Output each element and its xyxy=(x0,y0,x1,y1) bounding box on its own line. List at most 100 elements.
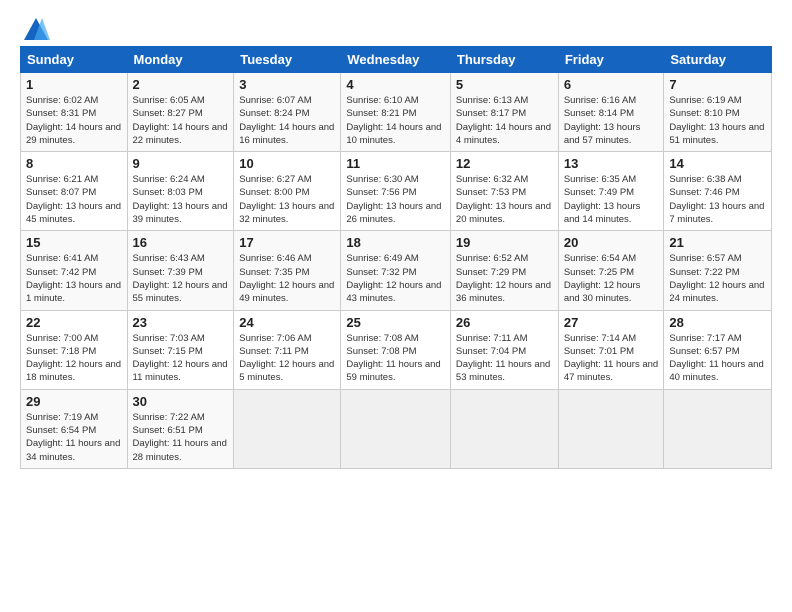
day-detail: Sunrise: 7:19 AMSunset: 6:54 PMDaylight:… xyxy=(26,411,122,464)
calendar-cell: 19Sunrise: 6:52 AMSunset: 7:29 PMDayligh… xyxy=(450,231,558,310)
calendar-cell: 15Sunrise: 6:41 AMSunset: 7:42 PMDayligh… xyxy=(21,231,128,310)
calendar-cell: 16 Sunrise: 6:43 AMSunset: 7:39 PMDayligh… xyxy=(127,231,234,310)
day-detail: Sunrise: 6:16 AMSunset: 8:14 PMDaylight:… xyxy=(564,94,659,147)
header-wednesday: Wednesday xyxy=(341,47,451,73)
day-number: 4 xyxy=(346,77,445,92)
calendar-week-5: 29 Sunrise: 7:19 AMSunset: 6:54 PMDayligh… xyxy=(21,389,772,468)
calendar-week-4: 22 Sunrise: 7:00 AMSunset: 7:18 PMDayligh… xyxy=(21,310,772,389)
day-detail: Sunrise: 6:10 AMSunset: 8:21 PMDaylight:… xyxy=(346,94,445,147)
calendar-cell: 11Sunrise: 6:30 AMSunset: 7:56 PMDayligh… xyxy=(341,152,451,231)
calendar-cell: 5Sunrise: 6:13 AMSunset: 8:17 PMDaylight… xyxy=(450,73,558,152)
day-number: 12 xyxy=(456,156,553,171)
day-detail: Sunrise: 6:49 AMSunset: 7:32 PMDaylight:… xyxy=(346,252,445,305)
day-detail: Sunrise: 7:08 AMSunset: 7:08 PMDaylight:… xyxy=(346,332,445,385)
day-number: 16 xyxy=(133,235,229,250)
calendar-cell: 28 Sunrise: 7:17 AMSunset: 6:57 PMDayligh… xyxy=(664,310,772,389)
header-saturday: Saturday xyxy=(664,47,772,73)
day-number: 7 xyxy=(669,77,766,92)
day-detail: Sunrise: 6:30 AMSunset: 7:56 PMDaylight:… xyxy=(346,173,445,226)
calendar-cell: 10Sunrise: 6:27 AMSunset: 8:00 PMDayligh… xyxy=(234,152,341,231)
day-detail: Sunrise: 7:22 AMSunset: 6:51 PMDaylight:… xyxy=(133,411,229,464)
calendar-cell: 8Sunrise: 6:21 AMSunset: 8:07 PMDaylight… xyxy=(21,152,128,231)
calendar-cell: 6 Sunrise: 6:16 AMSunset: 8:14 PMDaylight… xyxy=(558,73,664,152)
day-detail: Sunrise: 6:02 AMSunset: 8:31 PMDaylight:… xyxy=(26,94,122,147)
calendar-cell: 21Sunrise: 6:57 AMSunset: 7:22 PMDayligh… xyxy=(664,231,772,310)
day-detail: Sunrise: 7:00 AMSunset: 7:18 PMDaylight:… xyxy=(26,332,122,385)
day-number: 23 xyxy=(133,315,229,330)
day-detail: Sunrise: 6:13 AMSunset: 8:17 PMDaylight:… xyxy=(456,94,553,147)
day-number: 8 xyxy=(26,156,122,171)
calendar-cell: 22 Sunrise: 7:00 AMSunset: 7:18 PMDayligh… xyxy=(21,310,128,389)
logo xyxy=(20,16,50,38)
day-detail: Sunrise: 7:06 AMSunset: 7:11 PMDaylight:… xyxy=(239,332,335,385)
day-number: 29 xyxy=(26,394,122,409)
day-detail: Sunrise: 6:52 AMSunset: 7:29 PMDaylight:… xyxy=(456,252,553,305)
day-detail: Sunrise: 6:54 AMSunset: 7:25 PMDaylight:… xyxy=(564,252,659,305)
day-number: 9 xyxy=(133,156,229,171)
calendar-header-row: SundayMondayTuesdayWednesdayThursdayFrid… xyxy=(21,47,772,73)
day-number: 13 xyxy=(564,156,659,171)
day-detail: Sunrise: 7:14 AMSunset: 7:01 PMDaylight:… xyxy=(564,332,659,385)
day-detail: Sunrise: 6:46 AMSunset: 7:35 PMDaylight:… xyxy=(239,252,335,305)
calendar-cell: 13 Sunrise: 6:35 AMSunset: 7:49 PMDayligh… xyxy=(558,152,664,231)
calendar-cell: 9 Sunrise: 6:24 AMSunset: 8:03 PMDaylight… xyxy=(127,152,234,231)
day-number: 20 xyxy=(564,235,659,250)
calendar-table: SundayMondayTuesdayWednesdayThursdayFrid… xyxy=(20,46,772,469)
calendar-cell: 24 Sunrise: 7:06 AMSunset: 7:11 PMDayligh… xyxy=(234,310,341,389)
day-number: 27 xyxy=(564,315,659,330)
day-detail: Sunrise: 6:24 AMSunset: 8:03 PMDaylight:… xyxy=(133,173,229,226)
calendar-cell xyxy=(234,389,341,468)
day-detail: Sunrise: 6:07 AMSunset: 8:24 PMDaylight:… xyxy=(239,94,335,147)
day-number: 17 xyxy=(239,235,335,250)
header-sunday: Sunday xyxy=(21,47,128,73)
header-monday: Monday xyxy=(127,47,234,73)
day-detail: Sunrise: 6:41 AMSunset: 7:42 PMDaylight:… xyxy=(26,252,122,305)
day-number: 24 xyxy=(239,315,335,330)
calendar-cell xyxy=(341,389,451,468)
calendar-cell: 2Sunrise: 6:05 AMSunset: 8:27 PMDaylight… xyxy=(127,73,234,152)
calendar-cell: 30 Sunrise: 7:22 AMSunset: 6:51 PMDayligh… xyxy=(127,389,234,468)
day-detail: Sunrise: 6:38 AMSunset: 7:46 PMDaylight:… xyxy=(669,173,766,226)
day-detail: Sunrise: 6:32 AMSunset: 7:53 PMDaylight:… xyxy=(456,173,553,226)
calendar-cell: 3 Sunrise: 6:07 AMSunset: 8:24 PMDaylight… xyxy=(234,73,341,152)
day-number: 21 xyxy=(669,235,766,250)
calendar-cell: 29 Sunrise: 7:19 AMSunset: 6:54 PMDayligh… xyxy=(21,389,128,468)
calendar-cell: 14 Sunrise: 6:38 AMSunset: 7:46 PMDayligh… xyxy=(664,152,772,231)
day-number: 2 xyxy=(133,77,229,92)
header-thursday: Thursday xyxy=(450,47,558,73)
day-number: 3 xyxy=(239,77,335,92)
day-detail: Sunrise: 7:17 AMSunset: 6:57 PMDaylight:… xyxy=(669,332,766,385)
day-detail: Sunrise: 6:43 AMSunset: 7:39 PMDaylight:… xyxy=(133,252,229,305)
calendar-cell: 17 Sunrise: 6:46 AMSunset: 7:35 PMDayligh… xyxy=(234,231,341,310)
calendar-cell: 25 Sunrise: 7:08 AMSunset: 7:08 PMDayligh… xyxy=(341,310,451,389)
calendar-week-3: 15Sunrise: 6:41 AMSunset: 7:42 PMDayligh… xyxy=(21,231,772,310)
day-detail: Sunrise: 7:11 AMSunset: 7:04 PMDaylight:… xyxy=(456,332,553,385)
day-number: 1 xyxy=(26,77,122,92)
day-number: 18 xyxy=(346,235,445,250)
calendar-cell xyxy=(450,389,558,468)
day-number: 14 xyxy=(669,156,766,171)
calendar-cell xyxy=(664,389,772,468)
day-number: 28 xyxy=(669,315,766,330)
calendar-cell: 4 Sunrise: 6:10 AMSunset: 8:21 PMDaylight… xyxy=(341,73,451,152)
calendar-week-2: 8Sunrise: 6:21 AMSunset: 8:07 PMDaylight… xyxy=(21,152,772,231)
calendar-week-1: 1 Sunrise: 6:02 AMSunset: 8:31 PMDaylight… xyxy=(21,73,772,152)
calendar-cell: 23 Sunrise: 7:03 AMSunset: 7:15 PMDayligh… xyxy=(127,310,234,389)
day-detail: Sunrise: 6:35 AMSunset: 7:49 PMDaylight:… xyxy=(564,173,659,226)
calendar-cell: 18 Sunrise: 6:49 AMSunset: 7:32 PMDayligh… xyxy=(341,231,451,310)
logo-icon xyxy=(22,16,50,44)
calendar-cell: 27 Sunrise: 7:14 AMSunset: 7:01 PMDayligh… xyxy=(558,310,664,389)
calendar-cell xyxy=(558,389,664,468)
calendar-cell: 7 Sunrise: 6:19 AMSunset: 8:10 PMDaylight… xyxy=(664,73,772,152)
day-number: 26 xyxy=(456,315,553,330)
day-number: 22 xyxy=(26,315,122,330)
day-detail: Sunrise: 7:03 AMSunset: 7:15 PMDaylight:… xyxy=(133,332,229,385)
day-number: 25 xyxy=(346,315,445,330)
day-number: 30 xyxy=(133,394,229,409)
day-number: 10 xyxy=(239,156,335,171)
day-detail: Sunrise: 6:19 AMSunset: 8:10 PMDaylight:… xyxy=(669,94,766,147)
calendar-cell: 26 Sunrise: 7:11 AMSunset: 7:04 PMDayligh… xyxy=(450,310,558,389)
calendar-cell: 20 Sunrise: 6:54 AMSunset: 7:25 PMDayligh… xyxy=(558,231,664,310)
header-friday: Friday xyxy=(558,47,664,73)
day-number: 6 xyxy=(564,77,659,92)
